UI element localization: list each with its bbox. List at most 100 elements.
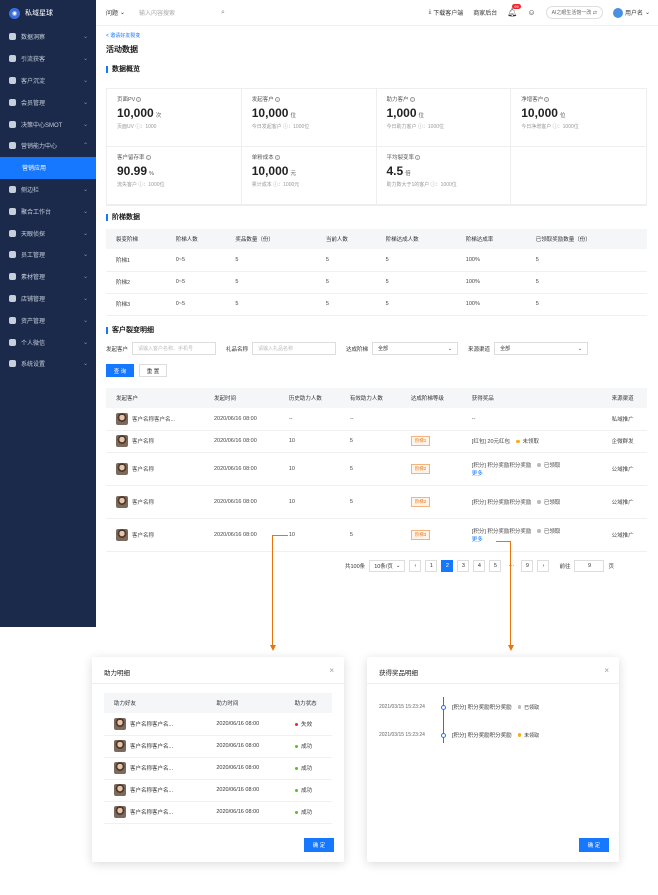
customer[interactable]: 客户名称 [116, 528, 204, 541]
history-assist-count[interactable]: 10 [278, 485, 340, 519]
sidebar-item[interactable]: 数据洞察 ⌄ [0, 26, 96, 48]
sidebar-item-label: 资产管理 [21, 318, 46, 325]
sidebar-item[interactable]: 资产管理 ⌄ [0, 309, 96, 331]
initiator-input[interactable]: 请输入客户名称、手机号 [132, 342, 217, 355]
history-assist-count[interactable]: 10 [278, 430, 340, 453]
store-switcher[interactable]: AI之眼生活馆一改 ⇄ [545, 6, 603, 19]
customer[interactable]: 客户名称 [116, 462, 204, 475]
sidebar-item[interactable]: 系统设置 ⌄ [0, 353, 96, 375]
info-icon[interactable]: i [544, 97, 550, 102]
stage-level-cell: 阶梯1 [400, 430, 462, 453]
prev-page-button[interactable]: ‹ [409, 560, 422, 572]
page-button[interactable]: 3 [457, 560, 470, 572]
sidebar-item[interactable]: 侧边栏 ⌄ [0, 179, 96, 201]
reset-button[interactable]: 重 置 [139, 364, 167, 377]
pager-total: 共100条 [345, 564, 366, 570]
info-icon[interactable]: i [136, 97, 142, 102]
question-dropdown[interactable]: 问题 ⌄ [106, 8, 125, 17]
sidebar-item[interactable]: 天眼侦探 ⌄ [0, 222, 96, 244]
sidebar-item[interactable]: 素材管理 ⌄ [0, 266, 96, 288]
stat-label: 发起客户 i [252, 95, 366, 103]
download-client-button[interactable]: ⤓ 下载客户端 [429, 8, 464, 17]
modal-divider [92, 683, 344, 684]
more-prizes-link[interactable]: 更多 [472, 469, 602, 477]
friend-name: 客户名称客户名... [130, 788, 174, 794]
table-row: 客户名称客户名... 2020/06/16 08:00 成功 [104, 801, 332, 824]
sidebar-item[interactable]: 员工管理 ⌄ [0, 244, 96, 266]
sidebar-item[interactable]: 个人微信 ⌄ [0, 331, 96, 353]
customer[interactable]: 客户名称 [116, 435, 204, 447]
prize-cell: [积分] 积分奖励积分奖励 已领取 更多 [461, 452, 602, 486]
stage-select[interactable]: 全部 ⌄ [372, 342, 459, 355]
chevron-down-icon: ⌄ [577, 345, 583, 352]
menu-icon [9, 294, 16, 302]
history-assist-count[interactable]: 10 [278, 452, 340, 486]
app-logo[interactable]: ◉ 私域星球 [0, 0, 96, 26]
valid-assist-count: 5 [339, 518, 401, 552]
header-search-input[interactable]: 输入内容搜索 [139, 8, 219, 17]
sidebar-item[interactable]: 营销能力中心 ⌃ [0, 135, 96, 157]
next-page-button[interactable]: › [537, 560, 550, 572]
user-menu[interactable]: 用户名 ⌄ [612, 7, 650, 18]
more-prizes-link[interactable]: 更多 [472, 535, 602, 543]
info-icon[interactable]: i [274, 155, 280, 160]
stat-card-empty [511, 147, 646, 205]
stat-label-text: 净增客户 [521, 97, 544, 103]
channel-select[interactable]: 全部 ⌄ [494, 342, 589, 355]
timeline-prize: [积分] 积分奖励积分奖励 [452, 733, 512, 739]
page-button[interactable]: 9 [521, 560, 534, 572]
stat-label: 单粉成本 i [252, 153, 366, 161]
initiate-time: 2020/06/16 08:00 [203, 452, 279, 486]
confirm-button[interactable]: 确 定 [304, 838, 334, 852]
filter-bar: 发起客户 请输入客户名称、手机号 礼品名称 请输入礼品名称 达成阶梯 全部 ⌄ … [106, 342, 598, 355]
status-dot [294, 766, 299, 771]
help-icon[interactable]: ☺ [527, 8, 535, 17]
assist-status-text: 成功 [301, 788, 313, 794]
back-link[interactable]: < 邀请好友裂变 [106, 32, 140, 39]
friend-cell: 客户名称客户名... [104, 757, 207, 780]
page-button[interactable]: 5 [489, 560, 502, 572]
close-icon[interactable]: × [604, 666, 609, 675]
sidebar-item[interactable]: 客户沉淀 ⌄ [0, 70, 96, 92]
merchant-backend-link[interactable]: 商家后台 [473, 8, 497, 17]
info-icon[interactable]: i [415, 155, 421, 160]
page-button[interactable]: 1 [425, 560, 438, 572]
assist-time: 2020/06/16 08:00 [206, 713, 285, 736]
close-icon[interactable]: × [329, 666, 334, 675]
sidebar-item[interactable]: 店铺管理 ⌄ [0, 288, 96, 310]
page-ellipsis[interactable]: ··· [505, 560, 517, 572]
stat-value-number: 10,000 [117, 106, 154, 120]
page-size-select[interactable]: 10条/页 ⌄ [369, 560, 406, 572]
gift-input[interactable]: 请输入礼品名称 [252, 342, 337, 355]
prize-cell: -- [461, 408, 602, 431]
sidebar-item[interactable]: 会员管理 ⌄ [0, 91, 96, 113]
friend: 客户名称客户名... [114, 740, 206, 752]
info-icon[interactable]: i [145, 155, 151, 160]
store-name: AI之眼生活馆一改 [551, 10, 592, 16]
stat-value-number: 10,000 [251, 106, 289, 120]
customer[interactable]: 客户名称 [116, 495, 204, 508]
table-cell: 阶梯3 [106, 293, 166, 316]
column-header: 助力时间 [206, 693, 285, 713]
stage-select-value: 全部 [378, 346, 389, 352]
confirm-button[interactable]: 确 定 [579, 838, 609, 852]
search-icon[interactable]: ⌕ [221, 9, 225, 17]
stat-sub: 流失客户 ⓘ：1000位 [117, 182, 165, 188]
info-icon[interactable]: i [274, 97, 280, 102]
column-header: 发起客户 [106, 388, 204, 408]
sidebar-item[interactable]: 决策中心SMOT ⌄ [0, 113, 96, 135]
page-button[interactable]: 2 [441, 560, 454, 572]
menu-icon [9, 142, 16, 150]
modal-title: 获得奖品明细 [379, 670, 418, 677]
query-button[interactable]: 查 询 [106, 364, 134, 377]
bell-icon: 🔔︎ [507, 8, 518, 17]
goto-page-input[interactable]: 9 [574, 560, 605, 572]
customer[interactable]: 客户名称客户名... [116, 412, 204, 425]
sidebar-item[interactable]: 营销应用 [0, 156, 96, 179]
sidebar-item[interactable]: 引流获客 ⌄ [0, 48, 96, 70]
info-icon[interactable]: i [409, 97, 415, 102]
page-button[interactable]: 4 [473, 560, 486, 572]
chevron-down-icon: ⌄ [644, 10, 650, 16]
sidebar-item[interactable]: 聚合工作台 ⌄ [0, 200, 96, 222]
notification-button[interactable]: 🔔︎ 99 [507, 4, 521, 17]
